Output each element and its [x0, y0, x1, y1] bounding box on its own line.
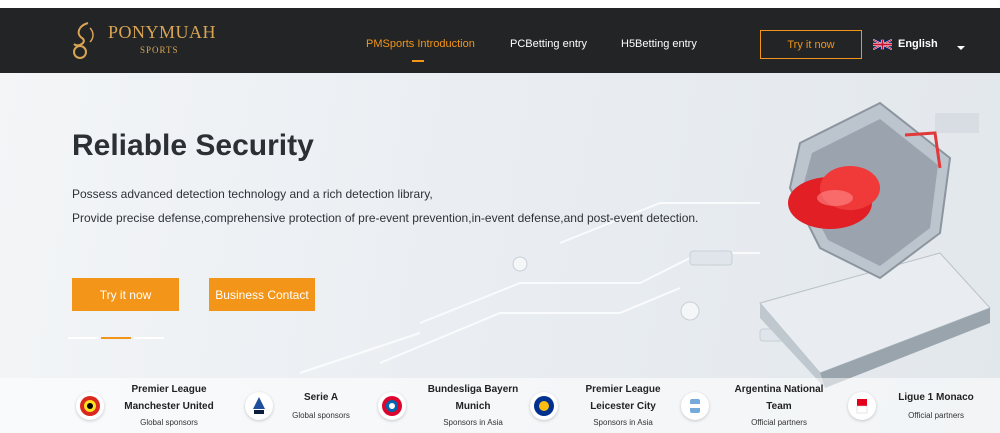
- nav-try-it-now-button[interactable]: Try it now: [760, 30, 862, 59]
- sponsor-item[interactable]: Premier League Leicester City Sponsors i…: [530, 384, 680, 432]
- chevron-down-icon[interactable]: [957, 46, 965, 50]
- sponsor-line-3: Global sponsors: [292, 411, 350, 420]
- sponsor-item[interactable]: Ligue 1 Monaco Official partners: [848, 384, 996, 432]
- sponsor-line-3: Official partners: [908, 411, 964, 420]
- sponsor-line-2: Leicester City: [590, 401, 656, 412]
- uk-flag-icon: [873, 39, 892, 50]
- hero-description-line-2: Provide precise defense,comprehensive pr…: [72, 211, 699, 225]
- language-selector[interactable]: English: [898, 38, 938, 50]
- sponsor-line-1: Premier League: [585, 384, 661, 395]
- sponsor-line-2: Manchester United: [124, 401, 214, 412]
- sponsor-line-1: Ligue 1 Monaco: [898, 392, 974, 403]
- hero-try-it-now-button[interactable]: Try it now: [72, 278, 179, 311]
- carousel-dot-3[interactable]: [134, 337, 164, 339]
- hero-description-line-1: Possess advanced detection technology an…: [72, 187, 433, 201]
- carousel-dot-2-active[interactable]: [101, 337, 131, 339]
- sponsor-line-3: Sponsors in Asia: [443, 418, 503, 427]
- sponsor-item[interactable]: Bundesliga Bayern Munich Sponsors in Asi…: [378, 384, 528, 432]
- business-contact-button[interactable]: Business Contact: [209, 278, 315, 311]
- horse-emblem-icon: [73, 22, 94, 59]
- sponsor-line-1: Argentina National: [734, 384, 824, 395]
- argentina-afa-crest-icon: [681, 392, 709, 420]
- serie-a-logo-icon: [245, 392, 273, 420]
- monaco-crest-icon: [848, 392, 876, 420]
- carousel-dot-1[interactable]: [68, 337, 98, 339]
- ponymuah-logo[interactable]: PONYMUAH SPORTS: [68, 20, 216, 62]
- sponsor-line-1: Bundesliga Bayern: [427, 384, 519, 395]
- active-nav-indicator: [412, 60, 424, 62]
- sponsor-item[interactable]: Argentina National Team Official partner…: [681, 384, 841, 432]
- sponsor-line-3: Sponsors in Asia: [593, 418, 653, 427]
- sponsors-bar: Premier League Manchester United Global …: [0, 378, 1000, 433]
- brand-name: PONYMUAH: [108, 22, 217, 42]
- nav-link-pc-betting-entry[interactable]: PCBetting entry: [510, 38, 587, 50]
- brand-subtitle: SPORTS: [140, 45, 179, 55]
- sponsor-line-1: Premier League: [131, 384, 207, 395]
- nav-link-h5-betting-entry[interactable]: H5Betting entry: [621, 38, 697, 50]
- top-strip: [0, 0, 1000, 8]
- top-navigation: PONYMUAH SPORTS PMSports Introduction PC…: [0, 8, 1000, 73]
- sponsor-line-1: Serie A: [303, 392, 339, 403]
- bayern-munich-crest-icon: [378, 392, 406, 420]
- nav-link-pmsports-introduction[interactable]: PMSports Introduction: [366, 38, 475, 50]
- sponsor-line-3: Official partners: [751, 418, 807, 427]
- sponsor-line-2: Team: [766, 401, 792, 412]
- sponsor-line-3: Global sponsors: [140, 418, 198, 427]
- shield-icon: [788, 101, 952, 280]
- hero-title: Reliable Security: [72, 129, 314, 162]
- hero-banner: Reliable Security Possess advanced detec…: [0, 73, 1000, 433]
- sponsor-line-2: Munich: [455, 401, 491, 412]
- leicester-city-crest-icon: [530, 392, 558, 420]
- manchester-united-crest-icon: [76, 392, 104, 420]
- sponsor-item[interactable]: Premier League Manchester United Global …: [76, 384, 236, 432]
- sponsor-item[interactable]: Serie A Global sponsors: [245, 384, 375, 432]
